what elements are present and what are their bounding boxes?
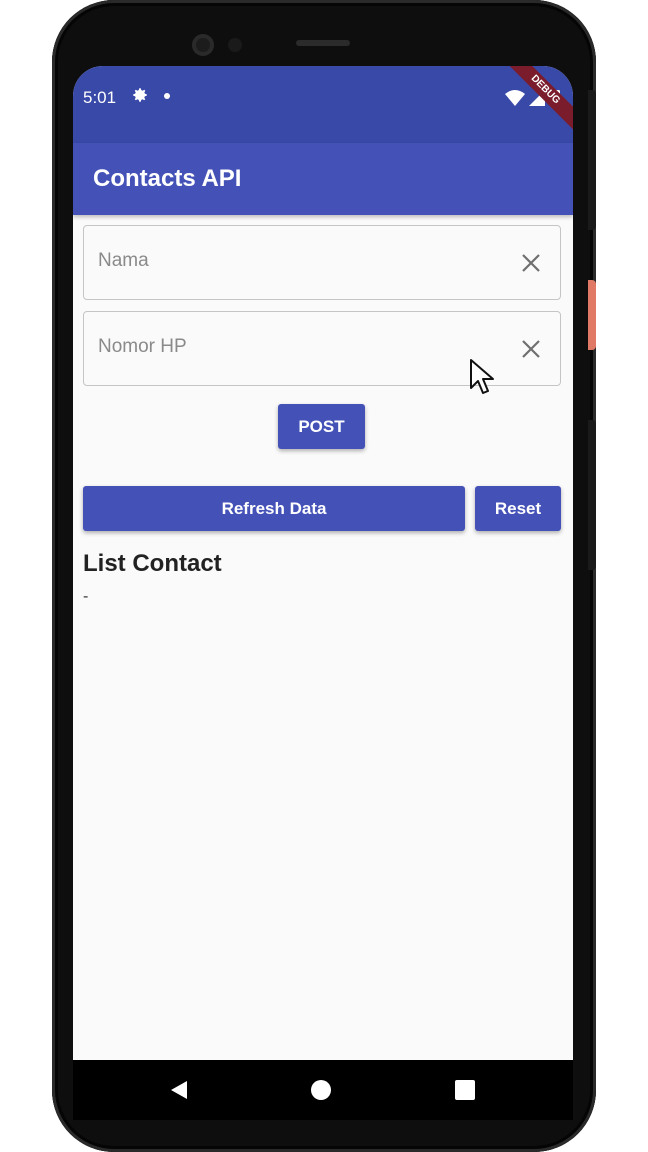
- settings-gear-icon: [133, 88, 147, 102]
- name-input[interactable]: [98, 250, 498, 272]
- clear-phone-icon[interactable]: [520, 338, 542, 360]
- reset-button[interactable]: Reset: [475, 486, 561, 531]
- power-button[interactable]: [588, 280, 596, 350]
- home-icon[interactable]: [311, 1080, 331, 1100]
- phone-input[interactable]: [98, 336, 498, 358]
- navigation-bar: [73, 1060, 573, 1120]
- app-bar: Contacts API: [73, 143, 573, 215]
- app-title: Contacts API: [93, 165, 242, 192]
- proximity-sensor: [228, 38, 242, 52]
- name-field[interactable]: [83, 225, 561, 300]
- wifi-icon: [505, 90, 525, 106]
- app-screen: 5:01 DEBUG Contacts API POST Refresh Dat…: [73, 66, 573, 1060]
- volume-button[interactable]: [588, 420, 596, 570]
- earpiece-speaker: [296, 40, 350, 46]
- recent-apps-icon[interactable]: [455, 1080, 475, 1100]
- notification-dot-icon: [164, 93, 170, 99]
- list-heading: List Contact: [83, 550, 222, 577]
- refresh-data-button[interactable]: Refresh Data: [83, 486, 465, 531]
- back-icon[interactable]: [169, 1079, 189, 1101]
- list-empty-text: -: [83, 588, 89, 605]
- status-bar: 5:01 DEBUG: [73, 66, 573, 143]
- clear-name-icon[interactable]: [520, 252, 542, 274]
- front-camera: [192, 34, 214, 56]
- mouse-cursor-icon: [470, 359, 494, 394]
- side-button-top: [588, 90, 596, 230]
- status-time: 5:01: [83, 88, 117, 107]
- post-button[interactable]: POST: [278, 404, 365, 449]
